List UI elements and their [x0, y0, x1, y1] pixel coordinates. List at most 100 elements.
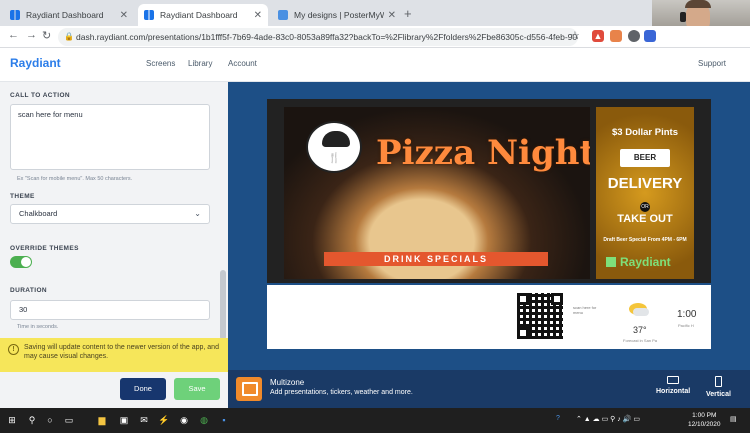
nav-support[interactable]: Support	[698, 59, 726, 68]
back-icon[interactable]: ←	[8, 29, 19, 41]
pints-text: $3 Dollar Pints	[612, 127, 678, 138]
action-bar: Done Save	[0, 372, 228, 408]
takeout-text: TAKE OUT	[617, 213, 673, 225]
forward-icon[interactable]: →	[26, 29, 37, 41]
zoom-icon[interactable]: ▪	[218, 414, 230, 426]
tab-title: My designs | PosterMyWall	[294, 10, 384, 20]
dashboard-favicon-icon	[10, 10, 20, 20]
duration-hint: Time in seconds.	[17, 324, 59, 330]
cortana-icon[interactable]: ○	[44, 414, 56, 426]
theme-label: THEME	[10, 193, 35, 200]
vertical-screen-icon	[714, 376, 722, 387]
done-button[interactable]: Done	[120, 378, 166, 400]
postermywall-favicon-icon	[278, 10, 288, 20]
cta-hint: Ex "Scan for mobile menu". Max 50 charac…	[17, 176, 133, 182]
presentation-preview[interactable]: 🍴 Pizza Night DRINK SPECIALS $3 Dollar P…	[267, 99, 711, 283]
multizone-icon[interactable]	[236, 377, 262, 401]
settings-panel: CALL TO ACTION scan here for menu Ex "Sc…	[0, 82, 228, 408]
search-icon[interactable]: ⚲	[26, 414, 38, 426]
theme-value: Chalkboard	[19, 209, 58, 218]
app-header: Raydiant Screens Library Account Support	[0, 48, 750, 82]
clock-time: 1:00 PM	[692, 412, 717, 419]
system-clock[interactable]: 1:00 PM 12/10/2020	[688, 411, 721, 429]
duration-label: DURATION	[10, 287, 48, 294]
multizone-title: Multizone	[270, 378, 305, 387]
browser-tab-1[interactable]: Raydiant Dashboard ✕	[4, 4, 134, 26]
address-bar[interactable]: 🔒 dash.raydiant.com/presentations/1b1fff…	[58, 28, 578, 46]
theme-select[interactable]: Chalkboard ⌄	[10, 204, 210, 224]
url-text: dash.raydiant.com/presentations/1b1fff5f…	[76, 32, 578, 42]
extension-icon[interactable]: ▲	[592, 30, 604, 42]
beer-plaque: BEER	[620, 149, 670, 167]
file-explorer-icon[interactable]: ▆	[96, 414, 108, 426]
save-button[interactable]: Save	[174, 378, 220, 400]
buddys-logo: 🍴	[306, 121, 362, 173]
notifications-icon[interactable]: ▤	[730, 415, 737, 423]
close-icon[interactable]: ✕	[388, 10, 396, 21]
raydiant-logo[interactable]: Raydiant	[10, 56, 61, 70]
utensils-icon: 🍴	[328, 153, 341, 164]
horizontal-screen-icon	[667, 376, 680, 384]
app-icon[interactable]: ⚡	[158, 414, 170, 426]
qr-code	[517, 293, 563, 339]
mail-icon[interactable]: ✉	[138, 414, 150, 426]
ticker-zone: scan here for menu 37° Forecast in San P…	[267, 285, 711, 349]
panel-scrollbar[interactable]	[220, 90, 226, 340]
close-icon[interactable]: ✕	[120, 10, 128, 21]
browser-tab-2[interactable]: Raydiant Dashboard ✕	[138, 4, 268, 26]
override-toggle[interactable]	[10, 256, 32, 268]
clock-date: 12/10/2020	[688, 421, 721, 428]
app-icon[interactable]: ◉	[178, 414, 190, 426]
taskbar: ⊞ ⚲ ○ ▭ ▆ ▣ ✉ ⚡ ◉ ◍ ▪ ? ⌃ ▲ ☁ ▭ ⚲ ♪ 🔊 ▭ …	[0, 408, 750, 433]
duration-input[interactable]: 30	[10, 300, 210, 320]
partly-cloudy-icon	[629, 303, 649, 316]
beer-special-zone: $3 Dollar Pints BEER DELIVERY OR TAKE OU…	[596, 107, 694, 279]
cta-label: CALL TO ACTION	[10, 92, 71, 99]
pizza-night-zone: 🍴 Pizza Night DRINK SPECIALS	[284, 107, 590, 279]
nav-account[interactable]: Account	[228, 59, 257, 68]
lock-icon: 🔒	[64, 32, 74, 41]
cta-textarea[interactable]: scan here for menu	[10, 104, 210, 170]
multizone-bar: Multizone Add presentations, tickers, we…	[228, 370, 750, 408]
help-icon[interactable]: ?	[556, 415, 560, 422]
temperature: 37°	[633, 325, 647, 335]
task-view-icon[interactable]: ▭	[63, 414, 75, 426]
delivery-text: DELIVERY	[607, 175, 683, 192]
windows-start-icon[interactable]: ⊞	[6, 414, 18, 426]
chevron-down-icon: ⌄	[194, 209, 201, 218]
horizontal-option[interactable]: Horizontal	[656, 376, 690, 395]
drink-specials-banner: DRINK SPECIALS	[324, 252, 548, 266]
extension-icon[interactable]	[610, 30, 622, 42]
warning-text: Saving will update content to the newer …	[24, 344, 219, 360]
temperature-caption: Forecast in San Pa	[623, 338, 658, 343]
raydiant-mark-icon	[606, 257, 616, 267]
extension-icon[interactable]	[628, 30, 640, 42]
draft-special-text: Draft Beer Special From 4PM - 6PM	[603, 237, 687, 243]
raydiant-brand: Raydiant	[606, 255, 671, 269]
info-icon: !	[8, 344, 19, 355]
dashboard-favicon-icon	[144, 10, 154, 20]
or-badge: OR	[640, 202, 650, 212]
multizone-subtitle: Add presentations, tickers, weather and …	[270, 389, 413, 396]
chef-hat-icon	[322, 131, 350, 147]
tray-icons[interactable]: ⌃ ▲ ☁ ▭ ⚲ ♪ 🔊 ▭	[576, 415, 640, 423]
tab-title: Raydiant Dashboard	[26, 10, 104, 20]
preview-area: 🍴 Pizza Night DRINK SPECIALS $3 Dollar P…	[228, 82, 750, 408]
close-icon[interactable]: ✕	[254, 10, 262, 21]
chrome-icon[interactable]: ◍	[198, 414, 210, 426]
reload-icon[interactable]: ↻	[42, 29, 51, 42]
nav-screens[interactable]: Screens	[146, 59, 175, 68]
browser-tab-3[interactable]: My designs | PosterMyWall ✕	[272, 4, 402, 26]
new-tab-icon[interactable]: +	[404, 6, 412, 21]
qr-caption: scan here for menu	[573, 305, 597, 315]
store-icon[interactable]: ▣	[118, 414, 130, 426]
extension-icon[interactable]	[644, 30, 656, 42]
bookmark-star-icon[interactable]: ☆	[570, 29, 580, 42]
vertical-option[interactable]: Vertical	[706, 376, 731, 398]
tab-title: Raydiant Dashboard	[160, 10, 238, 20]
nav-library[interactable]: Library	[188, 59, 212, 68]
browser-tab-strip: Raydiant Dashboard ✕ Raydiant Dashboard …	[0, 0, 750, 26]
clock-caption: Pacific H	[678, 323, 694, 328]
screen: Raydiant Dashboard ✕ Raydiant Dashboard …	[0, 0, 750, 433]
browser-toolbar: ← → ↻ 🔒 dash.raydiant.com/presentations/…	[0, 26, 750, 48]
